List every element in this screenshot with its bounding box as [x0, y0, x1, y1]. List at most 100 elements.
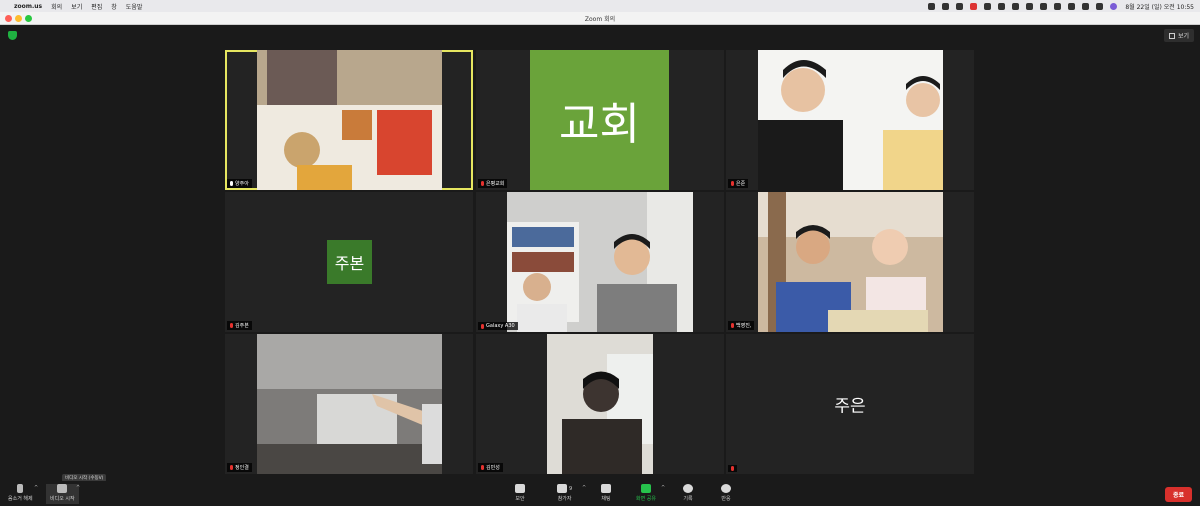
start-video-button[interactable]: 비디오 시작	[46, 484, 79, 504]
participant-name: 김민성	[486, 465, 500, 471]
tray-icon[interactable]	[984, 2, 992, 10]
participant-name: Galaxy A30	[486, 323, 515, 329]
start-video-label: 비디오 시작	[50, 496, 75, 502]
participant-name: 은준	[736, 181, 746, 187]
participant-name-tag: 김주본	[227, 321, 252, 330]
participant-name: 양주아	[235, 181, 249, 187]
security-button[interactable]: 보안	[515, 484, 525, 502]
chat-button[interactable]: 채팅	[601, 484, 611, 502]
participant-tile[interactable]: 은준	[726, 50, 974, 190]
participant-display-name: 주본	[334, 254, 365, 273]
security-label: 보안	[515, 496, 525, 502]
mic-muted-icon	[481, 323, 484, 329]
participants-label: 참가자	[557, 496, 572, 502]
menu-edit[interactable]: 편집	[91, 2, 102, 11]
participant-name: 김주본	[235, 323, 249, 329]
cloud-icon[interactable]	[956, 2, 964, 10]
mic-muted-icon	[481, 181, 484, 186]
participant-video	[758, 50, 943, 190]
participant-display-name: 교회	[559, 99, 640, 150]
participant-video	[257, 334, 442, 474]
window-title: Zoom 회의	[584, 15, 616, 23]
meeting-toolbar: 음소거 해제 ^ 비디오 시작 ^ 보안 9 참가자 ^ 채팅 화면 공유 ^ …	[0, 481, 1200, 506]
menu-view[interactable]: 보기	[71, 2, 82, 11]
video-off-icon	[57, 484, 68, 493]
window-close-button[interactable]	[5, 15, 12, 22]
grid-icon	[1168, 32, 1175, 39]
participant-tile[interactable]: 김민성	[476, 334, 724, 474]
mic-on-icon	[230, 181, 233, 186]
menu-meeting[interactable]: 회의	[51, 2, 62, 11]
reactions-button[interactable]: 반응	[721, 484, 731, 502]
participant-tile[interactable]: 주본 김주본	[225, 192, 473, 332]
participants-options-caret[interactable]: ^	[582, 485, 586, 491]
participant-video	[257, 50, 442, 190]
smiley-icon	[721, 484, 731, 493]
chat-icon	[601, 484, 611, 493]
people-icon	[557, 484, 567, 493]
participant-name-tag: 은준	[728, 179, 749, 188]
menu-window[interactable]: 창	[111, 2, 117, 11]
menu-bar-clock[interactable]: 8월 22일 (일) 오전 10:55	[1125, 2, 1194, 11]
record-label: 기록	[683, 496, 693, 502]
search-icon[interactable]	[1082, 2, 1090, 10]
tray-icon[interactable]	[998, 2, 1006, 10]
participant-display-name: 주은	[834, 396, 866, 417]
macos-menu-bar: zoom.us 회의 보기 편집 창 도움말 8월 22일 (일) 오전 10:…	[0, 0, 1200, 12]
jubon-name-card: 주본	[327, 240, 372, 284]
siri-icon[interactable]	[1110, 2, 1118, 10]
participant-tile[interactable]: 주은	[726, 334, 974, 474]
window-minimize-button[interactable]	[15, 15, 22, 22]
encryption-shield-icon[interactable]	[8, 31, 17, 40]
participants-button[interactable]: 9 참가자	[557, 484, 572, 502]
share-screen-icon	[641, 484, 651, 493]
participant-name-tag: 정인결	[227, 463, 252, 472]
view-button[interactable]: 보기	[1163, 29, 1194, 42]
volume-icon[interactable]	[1040, 2, 1048, 10]
participant-tile[interactable]: 정인결	[225, 334, 473, 474]
participant-name-tag: Galaxy A30	[478, 322, 518, 330]
menu-app-name[interactable]: zoom.us	[14, 3, 42, 10]
shield-icon	[515, 484, 525, 493]
window-titlebar: Zoom 회의	[0, 12, 1200, 25]
participant-name-tag: 김민성	[478, 463, 503, 472]
window-zoom-button[interactable]	[25, 15, 32, 22]
participant-name: 백영진,	[736, 323, 752, 329]
audio-options-caret[interactable]: ^	[34, 485, 38, 491]
tray-icon[interactable]	[942, 2, 950, 10]
share-options-caret[interactable]: ^	[661, 485, 665, 491]
participant-name-tag: 은평교회	[478, 179, 508, 188]
mic-muted-icon	[230, 465, 233, 470]
reactions-label: 반응	[721, 496, 731, 502]
record-button[interactable]: 기록	[683, 484, 693, 502]
mic-muted-icon	[481, 465, 484, 470]
view-button-label: 보기	[1177, 33, 1189, 40]
participant-tile[interactable]: Galaxy A30	[476, 192, 724, 332]
participant-tile[interactable]: 교회 은평교회	[476, 50, 724, 190]
participant-video	[507, 192, 693, 332]
participant-name-tag	[728, 465, 737, 472]
menu-help[interactable]: 도움말	[126, 2, 143, 11]
participants-count: 9	[569, 485, 573, 492]
chat-label: 채팅	[601, 496, 611, 502]
mic-muted-icon	[731, 181, 734, 186]
tray-icon[interactable]	[1012, 2, 1020, 10]
meeting-gallery: 보기 양주아 교회 은평교회 은준 주본 김주본 Galaxy A30 백영진,…	[0, 25, 1200, 481]
alert-tray-icon[interactable]	[970, 2, 978, 10]
share-screen-button[interactable]: 화면 공유	[636, 484, 656, 502]
participant-tile[interactable]: 양주아	[225, 50, 473, 190]
battery-icon[interactable]	[1054, 2, 1062, 10]
video-options-caret[interactable]: ^	[76, 485, 80, 491]
zoom-tray-icon[interactable]	[928, 2, 936, 10]
wifi-icon[interactable]	[1068, 2, 1076, 10]
end-meeting-button[interactable]: 종료	[1164, 487, 1192, 502]
mic-muted-icon	[230, 323, 233, 328]
share-screen-label: 화면 공유	[636, 496, 656, 502]
bluetooth-icon[interactable]	[1026, 2, 1034, 10]
church-name-card: 교회	[530, 50, 669, 190]
control-center-icon[interactable]	[1096, 2, 1104, 10]
participant-tile[interactable]: 백영진,	[726, 192, 974, 332]
participant-name: 은평교회	[486, 181, 505, 187]
participant-name-tag: 양주아	[227, 179, 252, 188]
unmute-button[interactable]: 음소거 해제	[8, 484, 33, 502]
